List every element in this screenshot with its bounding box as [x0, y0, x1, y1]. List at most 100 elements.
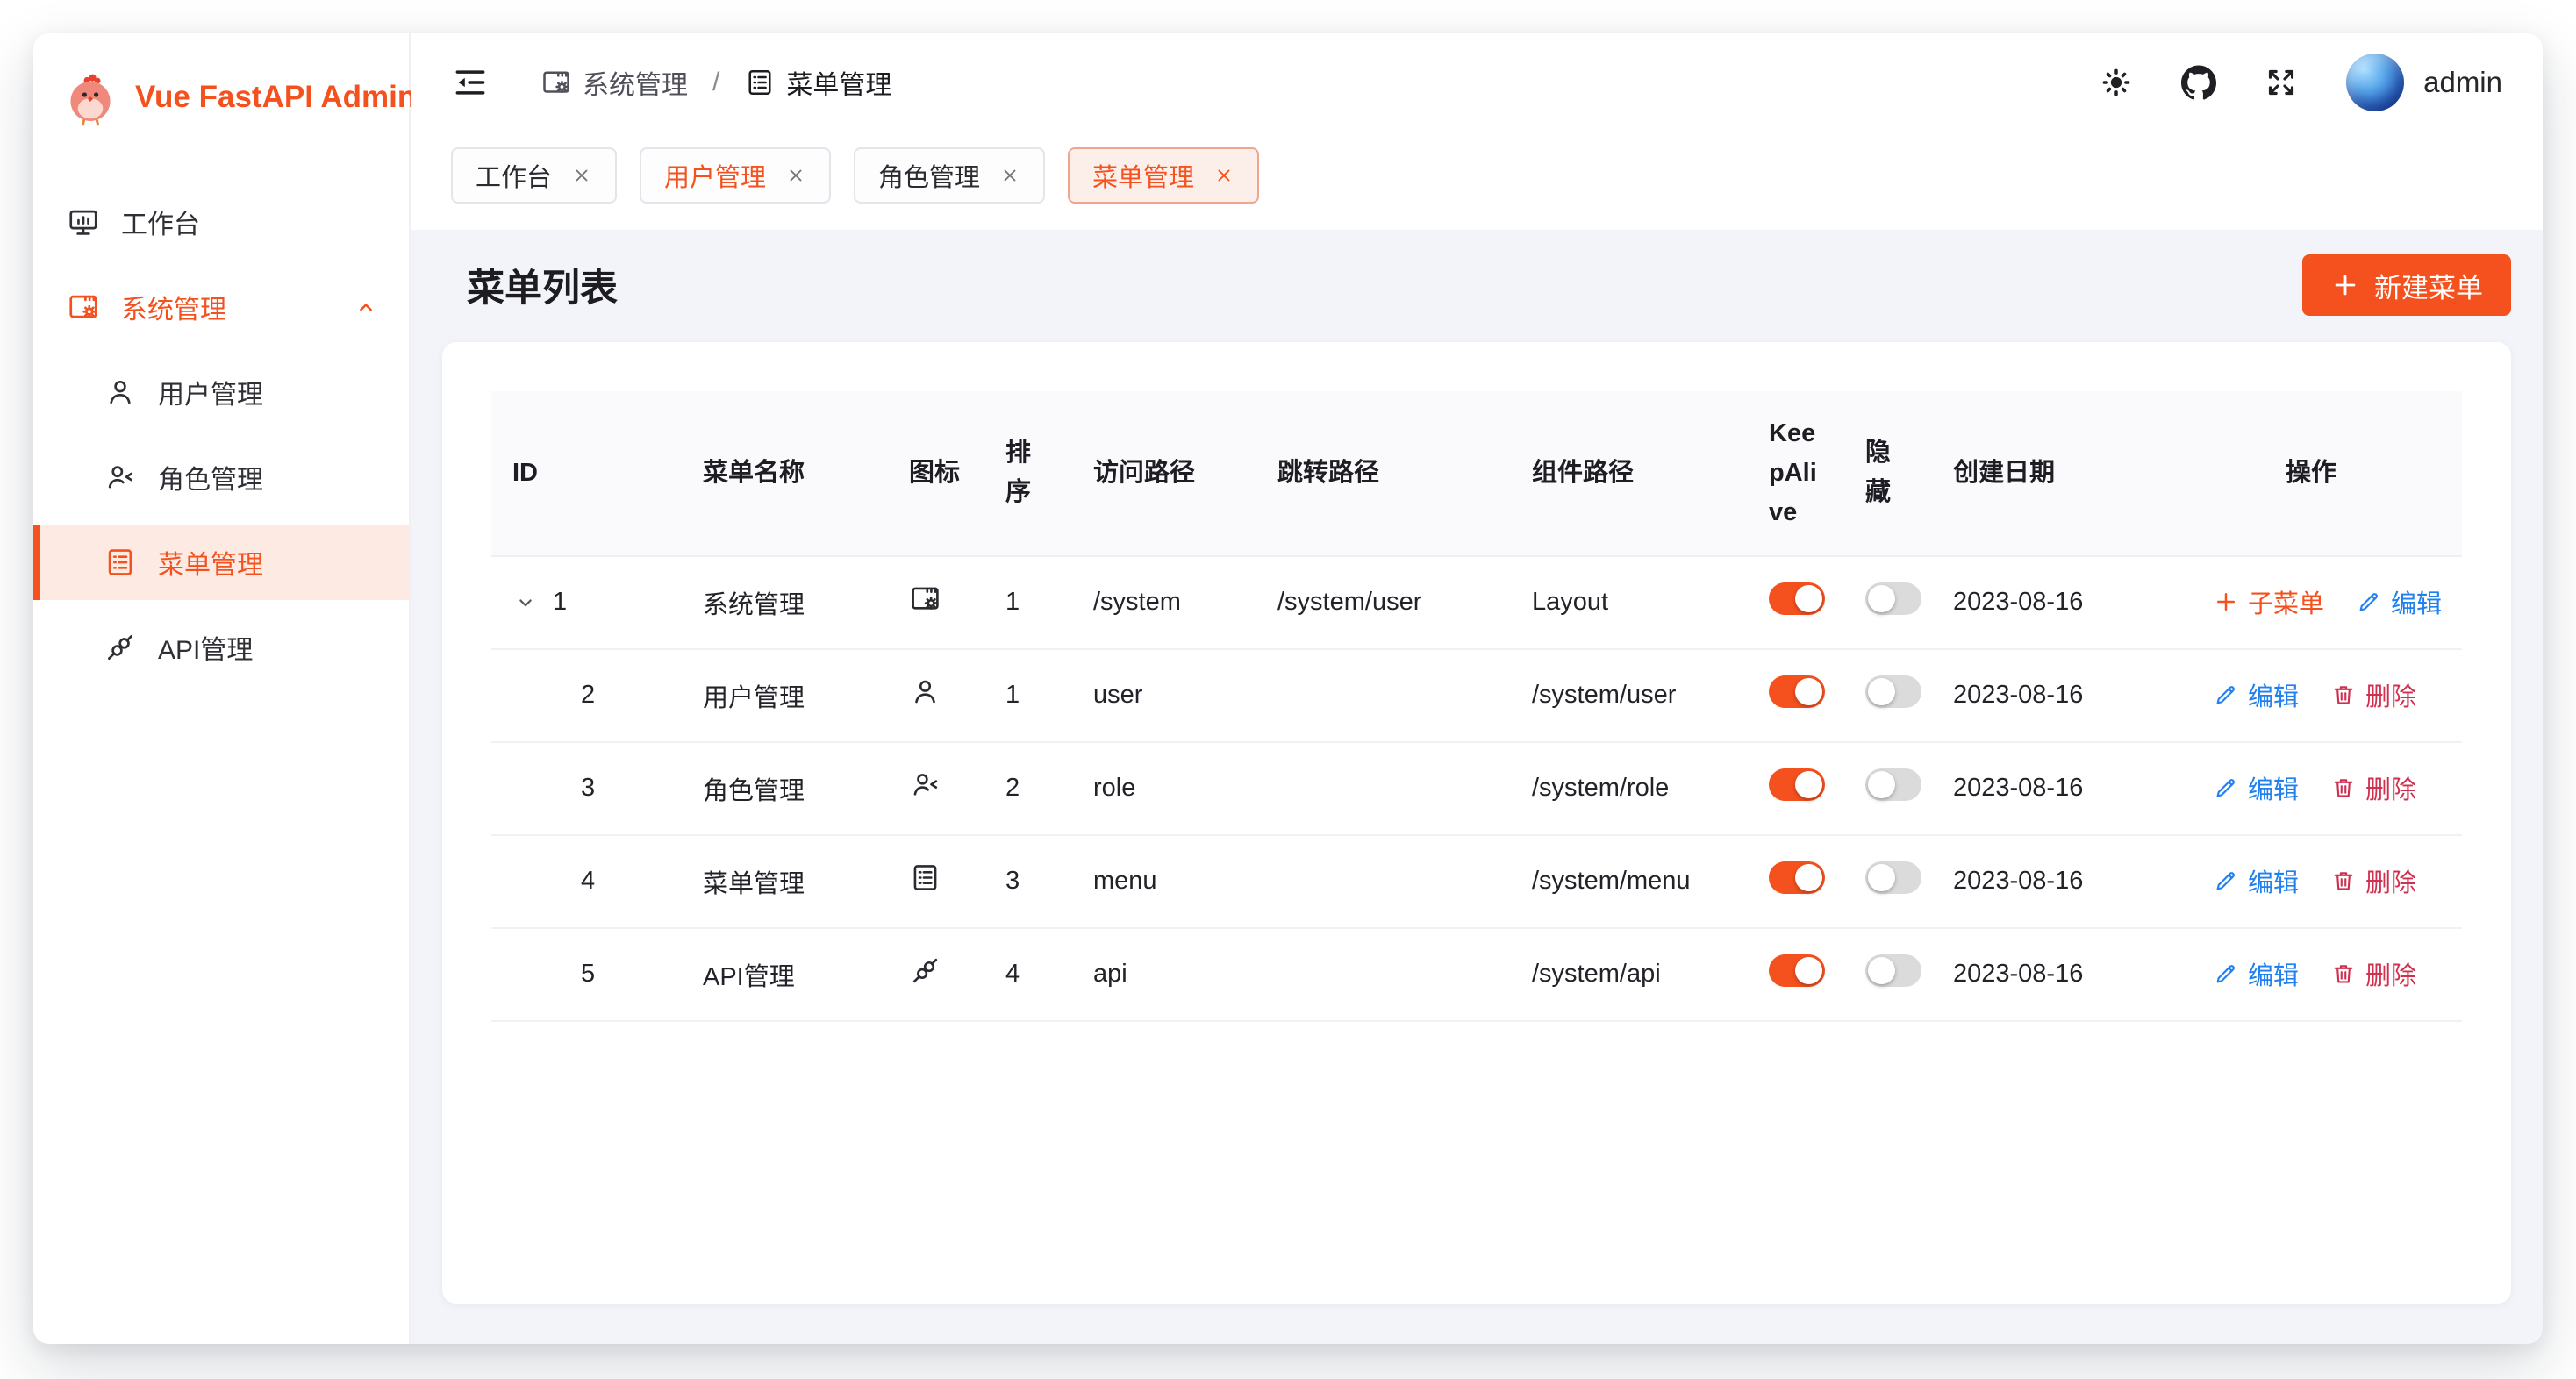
sidebar-item-roles[interactable]: 角色管理 — [33, 439, 409, 515]
sidebar-item-menus[interactable]: 菜单管理 — [33, 525, 409, 600]
cell-hidden — [1844, 742, 1932, 835]
github-icon[interactable] — [2181, 65, 2216, 100]
edit-button[interactable]: 编辑 — [2356, 583, 2442, 620]
sidebar-item-workbench[interactable]: 工作台 — [33, 184, 409, 260]
sidebar-item-label: 工作台 — [121, 203, 200, 241]
app-window: Vue FastAPI Admin 工作台 系统管理 用户管理 角色管理 — [33, 33, 2543, 1344]
keepalive-switch[interactable] — [1769, 861, 1825, 894]
keepalive-switch[interactable] — [1769, 582, 1825, 615]
chevron-down-icon[interactable] — [512, 589, 539, 616]
sidebar-item-api[interactable]: API管理 — [33, 610, 409, 685]
tab-users[interactable]: 用户管理 — [640, 147, 831, 204]
delete-label: 删除 — [2365, 955, 2416, 992]
cell-actions: 编辑 删除 — [2160, 742, 2462, 835]
cell-hidden — [1844, 649, 1932, 742]
edit-button[interactable]: 编辑 — [2213, 862, 2299, 899]
edit-label: 编辑 — [2248, 955, 2299, 992]
cell-keepalive — [1748, 835, 1844, 928]
fullscreen-icon[interactable] — [2264, 65, 2299, 100]
add-submenu-button[interactable]: 子菜单 — [2213, 583, 2324, 620]
hidden-switch[interactable] — [1865, 582, 1921, 615]
keepalive-switch[interactable] — [1769, 768, 1825, 801]
hidden-switch[interactable] — [1865, 861, 1921, 894]
sidebar-item-users[interactable]: 用户管理 — [33, 354, 409, 430]
table-row: 2用户管理1user/system/user2023-08-16编辑删除 — [491, 649, 2462, 742]
menu-component: Layout — [1532, 588, 1608, 616]
created-date: 2023-08-16 — [1953, 588, 2083, 616]
menu-redirect: /system/user — [1277, 588, 1421, 616]
breadcrumb-label: 系统管理 — [583, 63, 688, 102]
close-icon[interactable] — [571, 165, 592, 186]
close-icon[interactable] — [999, 165, 1020, 186]
keepalive-switch[interactable] — [1769, 954, 1825, 987]
id-cell-content: 4 — [512, 867, 661, 896]
breadcrumb-label: 菜单管理 — [786, 63, 891, 102]
breadcrumb-item-system[interactable]: 系统管理 — [540, 63, 688, 102]
api-icon — [909, 954, 941, 987]
hidden-switch[interactable] — [1865, 675, 1921, 708]
row-id: 3 — [581, 774, 595, 803]
delete-label: 删除 — [2365, 769, 2416, 806]
user-menu[interactable]: admin — [2346, 54, 2502, 111]
app-title: Vue FastAPI Admin — [135, 80, 416, 115]
cell-date: 2023-08-16 — [1932, 649, 2160, 742]
table-row: 5API管理4api/system/api2023-08-16编辑删除 — [491, 928, 2462, 1021]
sidebar-item-label: 用户管理 — [158, 373, 263, 411]
sidebar-item-system[interactable]: 系统管理 — [33, 269, 409, 345]
delete-button[interactable]: 删除 — [2330, 769, 2416, 806]
delete-button[interactable]: 删除 — [2330, 676, 2416, 713]
avatar[interactable] — [2346, 54, 2404, 111]
edit-button[interactable]: 编辑 — [2213, 676, 2299, 713]
theme-sun-icon[interactable] — [2099, 65, 2134, 100]
edit-label: 编辑 — [2248, 676, 2299, 713]
switch-knob — [1795, 771, 1822, 798]
close-icon[interactable] — [1213, 165, 1234, 186]
menu-name: 菜单管理 — [703, 870, 805, 898]
trash-icon — [2330, 682, 2357, 708]
cell-icon — [888, 556, 984, 649]
menu-name: API管理 — [703, 963, 795, 991]
created-date: 2023-08-16 — [1953, 960, 2083, 988]
breadcrumb-separator: / — [712, 68, 719, 97]
tab-workbench[interactable]: 工作台 — [451, 147, 617, 204]
hidden-switch[interactable] — [1865, 954, 1921, 987]
menu-name: 用户管理 — [703, 684, 805, 712]
pencil-icon — [2213, 961, 2239, 987]
create-menu-button[interactable]: 新建菜单 — [2302, 254, 2511, 316]
delete-label: 删除 — [2365, 676, 2416, 713]
cell-order: 3 — [984, 835, 1072, 928]
workbench-icon — [67, 205, 100, 239]
page-title: 菜单列表 — [467, 258, 618, 312]
edit-button[interactable]: 编辑 — [2213, 955, 2299, 992]
hidden-switch[interactable] — [1865, 768, 1921, 801]
cell-redirect — [1256, 649, 1511, 742]
col-header-name: 菜单名称 — [682, 391, 888, 556]
cell-date: 2023-08-16 — [1932, 928, 2160, 1021]
tab-menus[interactable]: 菜单管理 — [1068, 147, 1259, 204]
cell-id: 1 — [491, 556, 682, 649]
collapse-sidebar-icon[interactable] — [451, 63, 490, 102]
cell-path: menu — [1072, 835, 1256, 928]
edit-button[interactable]: 编辑 — [2213, 769, 2299, 806]
keepalive-switch[interactable] — [1769, 675, 1825, 708]
cell-actions: 编辑 删除 — [2160, 649, 2462, 742]
sidebar-item-label: API管理 — [158, 628, 253, 667]
cell-redirect — [1256, 742, 1511, 835]
cell-hidden — [1844, 835, 1932, 928]
switch-knob — [1868, 864, 1895, 891]
menu-name: 角色管理 — [703, 777, 805, 805]
delete-button[interactable]: 删除 — [2330, 862, 2416, 899]
close-icon[interactable] — [785, 165, 806, 186]
sidebar-item-label: 系统管理 — [121, 288, 226, 326]
col-header-date: 创建日期 — [1932, 391, 2160, 556]
delete-button[interactable]: 删除 — [2330, 955, 2416, 992]
cell-name: 菜单管理 — [682, 835, 888, 928]
tab-roles[interactable]: 角色管理 — [854, 147, 1045, 204]
breadcrumb-item-menus[interactable]: 菜单管理 — [744, 63, 891, 102]
menu-path: api — [1093, 960, 1127, 988]
delete-label: 删除 — [2365, 862, 2416, 899]
edit-label: 编辑 — [2391, 583, 2442, 620]
cell-component: /system/api — [1511, 928, 1748, 1021]
menu-order: 1 — [1005, 681, 1020, 709]
menu-path: role — [1093, 774, 1135, 802]
